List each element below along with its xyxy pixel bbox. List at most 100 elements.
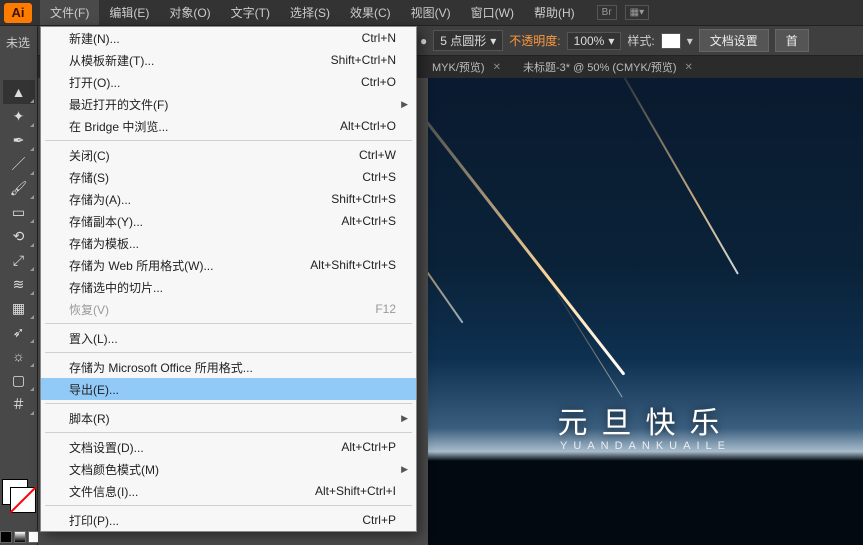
menu-item[interactable]: 打开(O)... Ctrl+O [41, 71, 416, 93]
eraser-tool[interactable]: ▭ [3, 200, 35, 224]
menu-item[interactable]: 存储为 Web 所用格式(W)...Alt+Shift+Ctrl+S [41, 254, 416, 276]
menu-item-label: 恢复(V) [69, 301, 109, 318]
menu-separator [45, 432, 412, 433]
menu-shortcut: F12 [375, 302, 396, 316]
menu-item-label: 脚本(R) [69, 410, 110, 427]
menu-item-label: 存储为 Microsoft Office 所用格式... [69, 359, 253, 376]
document-tab[interactable]: MYK/预览)✕ [422, 56, 511, 78]
menu-item[interactable]: 从模板新建(T)...Shift+Ctrl+N [41, 49, 416, 71]
menu-item[interactable]: 脚本(R) ▶ [41, 407, 416, 429]
menu-窗口[interactable]: 窗口(W) [461, 0, 524, 25]
menu-shortcut: Alt+Shift+Ctrl+I [315, 484, 396, 498]
fill-stroke-swatches[interactable] [2, 479, 36, 515]
meteor-graphic [428, 78, 625, 376]
menu-item[interactable]: 存储副本(Y)... Alt+Ctrl+S [41, 210, 416, 232]
menu-item[interactable]: 文档颜色模式(M)▶ [41, 458, 416, 480]
menu-item-label: 新建(N)... [69, 30, 120, 47]
artboard-tool[interactable]: ▢ [3, 368, 35, 392]
symbol-tool[interactable]: ☼ [3, 344, 35, 368]
menu-item-label: 存储副本(Y)... [69, 213, 143, 230]
close-icon[interactable]: ✕ [493, 62, 501, 73]
menu-separator [45, 403, 412, 404]
menu-效果[interactable]: 效果(C) [340, 0, 401, 25]
menu-item[interactable]: 存储(S) Ctrl+S [41, 166, 416, 188]
menu-shortcut: Ctrl+S [362, 170, 396, 184]
menu-帮助[interactable]: 帮助(H) [524, 0, 585, 25]
mesh-tool[interactable]: ▦ [3, 296, 35, 320]
bridge-shortcut[interactable]: Br [597, 5, 617, 20]
artboard: 元旦快乐 YUANDANKUAILE [428, 78, 863, 545]
menu-编辑[interactable]: 编辑(E) [99, 0, 159, 25]
menubar: Ai 文件(F)编辑(E)对象(O)文字(T)选择(S)效果(C)视图(V)窗口… [0, 0, 863, 26]
menu-shortcut: Ctrl+N [362, 31, 396, 45]
menu-item-label: 导出(E)... [69, 381, 119, 398]
file-menu-dropdown: 新建(N)...Ctrl+N从模板新建(T)...Shift+Ctrl+N打开(… [40, 26, 417, 532]
layout-toggle-icon[interactable]: ▦▾ [625, 5, 649, 20]
menu-item[interactable]: 文档设置(D)...Alt+Ctrl+P [41, 436, 416, 458]
scale-tool[interactable]: ⤢ [3, 248, 35, 272]
menu-文字[interactable]: 文字(T) [221, 0, 280, 25]
menu-item[interactable]: 文件信息(I)... Alt+Shift+Ctrl+I [41, 480, 416, 502]
menu-item-label: 关闭(C) [69, 147, 110, 164]
menu-对象[interactable]: 对象(O) [159, 0, 220, 25]
menu-shortcut: Ctrl+O [361, 75, 396, 89]
menu-item[interactable]: 存储为 Microsoft Office 所用格式... [41, 356, 416, 378]
artwork-subtitle: YUANDANKUAILE [560, 440, 731, 452]
menu-item-label: 存储(S) [69, 169, 109, 186]
brush-tool[interactable]: ／ [3, 152, 35, 176]
menu-选择[interactable]: 选择(S) [280, 0, 340, 25]
menu-separator [45, 323, 412, 324]
color-mode-icon[interactable] [0, 531, 12, 543]
rotate-tool[interactable]: ⟲ [3, 224, 35, 248]
menu-separator [45, 505, 412, 506]
menu-item-label: 打开(O)... [69, 74, 120, 91]
width-tool[interactable]: ≋ [3, 272, 35, 296]
menu-shortcut: Alt+Ctrl+S [341, 214, 396, 228]
eyedropper-tool[interactable]: ➶ [3, 320, 35, 344]
menu-item[interactable]: 关闭(C)Ctrl+W [41, 144, 416, 166]
stroke-profile-select[interactable]: 5 点圆形▾ [433, 30, 503, 51]
menu-文件[interactable]: 文件(F) [40, 0, 99, 25]
stroke-swatch[interactable] [10, 487, 36, 513]
document-tab[interactable]: 未标题-3* @ 50% (CMYK/预览)✕ [513, 56, 703, 78]
menu-item-label: 在 Bridge 中浏览... [69, 118, 168, 135]
opacity-label: 不透明度: [509, 32, 560, 49]
opacity-field[interactable]: 100%▾ [567, 32, 622, 50]
menu-shortcut: Shift+Ctrl+S [331, 192, 396, 206]
selection-tool[interactable]: ▲ [3, 80, 35, 104]
menu-item[interactable]: 置入(L)... [41, 327, 416, 349]
menu-shortcut: Alt+Shift+Ctrl+S [310, 258, 396, 272]
menu-item[interactable]: 最近打开的文件(F)▶ [41, 93, 416, 115]
style-swatch[interactable] [661, 33, 681, 49]
selection-status: 未选 [6, 34, 30, 51]
menu-视图[interactable]: 视图(V) [401, 0, 461, 25]
magic-wand-tool[interactable]: ✦ [3, 104, 35, 128]
menu-item[interactable]: 存储为模板... [41, 232, 416, 254]
menu-item[interactable]: 在 Bridge 中浏览...Alt+Ctrl+O [41, 115, 416, 137]
menu-shortcut: Shift+Ctrl+N [331, 53, 396, 67]
pen-tool[interactable]: ✒ [3, 128, 35, 152]
menu-item-label: 最近打开的文件(F) [69, 96, 168, 113]
submenu-arrow-icon: ▶ [401, 464, 408, 475]
menu-item-label: 存储为(A)... [69, 191, 131, 208]
submenu-arrow-icon: ▶ [401, 413, 408, 424]
paintbrush-tool[interactable]: 🖌 [3, 176, 35, 200]
menu-item[interactable]: 打印(P)...Ctrl+P [41, 509, 416, 531]
style-dropdown-icon[interactable]: ▾ [687, 34, 693, 48]
doc-setup-button[interactable]: 文档设置 [699, 29, 769, 52]
menu-item[interactable]: 存储为(A)... Shift+Ctrl+S [41, 188, 416, 210]
menu-item[interactable]: 存储选中的切片... [41, 276, 416, 298]
slice-tool[interactable]: ＃ [3, 392, 35, 416]
menu-item-label: 存储选中的切片... [69, 279, 163, 296]
meteor-graphic [428, 158, 464, 323]
toolbox: ▲✦✒／🖌▭⟲⤢≋▦➶☼▢＃ [0, 26, 38, 545]
prefs-button[interactable]: 首 [775, 29, 809, 52]
gradient-mode-icon[interactable] [14, 531, 26, 543]
close-icon[interactable]: ✕ [685, 62, 693, 73]
app-icon: Ai [4, 3, 32, 23]
artwork-title: 元旦快乐 [558, 398, 734, 442]
menu-item-label: 文件信息(I)... [69, 483, 138, 500]
menu-item[interactable]: 新建(N)... Ctrl+N [41, 27, 416, 49]
menu-item[interactable]: 导出(E)... [41, 378, 416, 400]
menu-separator [45, 352, 412, 353]
